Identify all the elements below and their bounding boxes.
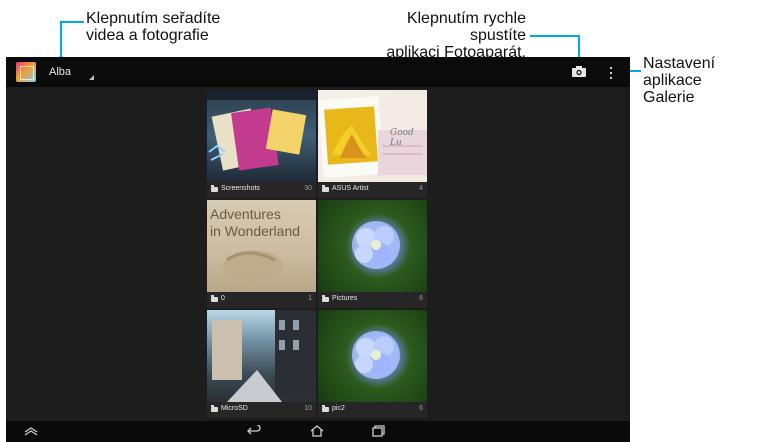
album-name: 0	[221, 295, 225, 302]
home-icon[interactable]	[309, 424, 325, 438]
album-name: MicroSD	[221, 405, 248, 412]
album-tile-0[interactable]: Adventures in Wonderland 0 1	[207, 200, 316, 308]
album-count: 10	[304, 405, 312, 412]
action-bar: Alba	[6, 57, 630, 87]
album-thumbnail: Good Lu	[318, 90, 427, 182]
album-thumbnail: Adventures in Wonderland	[207, 200, 316, 292]
album-name: ASUS Artist	[332, 185, 369, 192]
callout-sort-line-h	[60, 21, 84, 23]
album-thumbnail	[207, 90, 316, 182]
album-name: Pictures	[332, 295, 358, 302]
album-count: 30	[304, 185, 312, 192]
album-tile-microsd[interactable]: MicroSD 10	[207, 310, 316, 418]
album-thumbnail	[207, 310, 316, 402]
back-icon[interactable]	[246, 425, 262, 437]
album-tile-pictures[interactable]: Pictures 6	[318, 200, 427, 308]
album-count: 6	[419, 405, 423, 412]
folder-icon	[322, 405, 329, 412]
camera-icon[interactable]	[572, 66, 586, 77]
album-label-bar: Pictures 6	[318, 292, 427, 308]
album-thumbnail	[318, 200, 427, 292]
callout-settings-line1: Nastavení	[643, 55, 716, 72]
callout-sort-line1: Klepnutím seřadíte	[86, 10, 221, 27]
folder-icon	[211, 405, 218, 412]
album-count: 1	[308, 295, 312, 302]
callout-camera-line-h	[530, 35, 580, 37]
folder-icon	[211, 185, 218, 192]
folder-icon	[322, 185, 329, 192]
thumbnail-text: Good Lu	[390, 128, 414, 148]
callout-camera: Klepnutím rychle spustíte aplikaci Fotoa…	[350, 10, 526, 61]
album-name: Screenshots	[221, 185, 260, 192]
callout-settings-line2: aplikace Galerie	[643, 72, 702, 106]
callout-sort-line-v	[60, 21, 62, 58]
gallery-app-icon[interactable]	[16, 62, 36, 82]
dropdown-corner-icon	[89, 75, 94, 80]
up-arrow-icon[interactable]	[23, 426, 39, 436]
album-label-bar: 0 1	[207, 292, 316, 308]
tablet-screen: Alba Screenshots 30 Good Lu ASUS Artist …	[6, 57, 630, 442]
folder-icon	[322, 295, 329, 302]
callout-sort: Klepnutím seřadíte videa a fotografie	[86, 10, 220, 44]
album-label-bar: Screenshots 30	[207, 182, 316, 198]
album-label-bar: ASUS Artist 4	[318, 182, 427, 198]
album-tile-asus-artist[interactable]: Good Lu ASUS Artist 4	[318, 90, 427, 198]
album-view-dropdown[interactable]: Alba	[49, 66, 71, 78]
album-thumbnail	[318, 310, 427, 402]
album-tile-pic2[interactable]: pic2 6	[318, 310, 427, 418]
recent-apps-icon[interactable]	[370, 424, 386, 438]
album-label-bar: MicroSD 10	[207, 402, 316, 418]
album-tile-screenshots[interactable]: Screenshots 30	[207, 90, 316, 198]
callout-camera-line1: Klepnutím rychle spustíte	[406, 10, 526, 44]
album-count: 4	[419, 185, 423, 192]
callout-settings: Nastavení aplikace Galerie	[643, 55, 757, 106]
album-name: pic2	[332, 405, 345, 412]
folder-icon	[211, 295, 218, 302]
system-navigation-bar	[6, 421, 630, 442]
callout-sort-line2: videa a fotografie	[86, 27, 209, 44]
album-label-bar: pic2 6	[318, 402, 427, 418]
album-count: 6	[419, 295, 423, 302]
overflow-menu-icon[interactable]	[609, 66, 613, 80]
